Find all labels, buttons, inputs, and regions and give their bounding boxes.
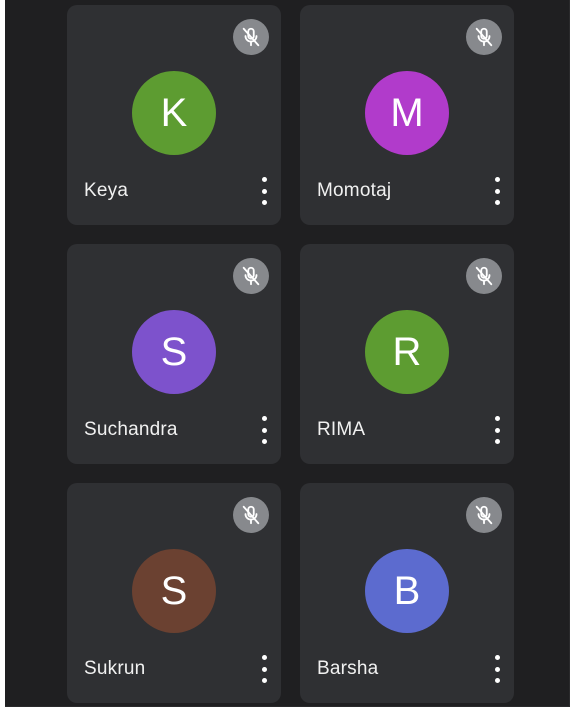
- more-options-icon[interactable]: [259, 416, 269, 444]
- mic-off-icon: [466, 258, 502, 294]
- avatar: S: [132, 310, 216, 394]
- mic-off-icon: [466, 497, 502, 533]
- mic-off-icon: [233, 258, 269, 294]
- more-options-icon[interactable]: [492, 655, 502, 683]
- more-options-icon[interactable]: [259, 655, 269, 683]
- more-options-icon[interactable]: [259, 177, 269, 205]
- participant-name: Keya: [84, 180, 129, 201]
- participant-tile-barsha[interactable]: B Barsha: [300, 483, 514, 703]
- mic-off-icon: [233, 19, 269, 55]
- participant-tile-keya[interactable]: K Keya: [67, 5, 281, 225]
- avatar: K: [132, 71, 216, 155]
- more-options-icon[interactable]: [492, 416, 502, 444]
- mic-off-icon: [466, 19, 502, 55]
- participant-name: RIMA: [317, 419, 366, 440]
- avatar: B: [365, 549, 449, 633]
- more-options-icon[interactable]: [492, 177, 502, 205]
- participant-name: Momotaj: [317, 180, 392, 201]
- avatar: M: [365, 71, 449, 155]
- participant-name: Barsha: [317, 658, 379, 679]
- participant-name: Suchandra: [84, 419, 178, 440]
- avatar: S: [132, 549, 216, 633]
- participant-tile-sukrun[interactable]: S Sukrun: [67, 483, 281, 703]
- participant-tile-suchandra[interactable]: S Suchandra: [67, 244, 281, 464]
- participant-tile-rima[interactable]: R RIMA: [300, 244, 514, 464]
- participant-name: Sukrun: [84, 658, 146, 679]
- avatar: R: [365, 310, 449, 394]
- participants-grid: K Keya M Momotaj S Suchandra R RIMA S Su…: [5, 0, 570, 707]
- mic-off-icon: [233, 497, 269, 533]
- participant-tile-momotaj[interactable]: M Momotaj: [300, 5, 514, 225]
